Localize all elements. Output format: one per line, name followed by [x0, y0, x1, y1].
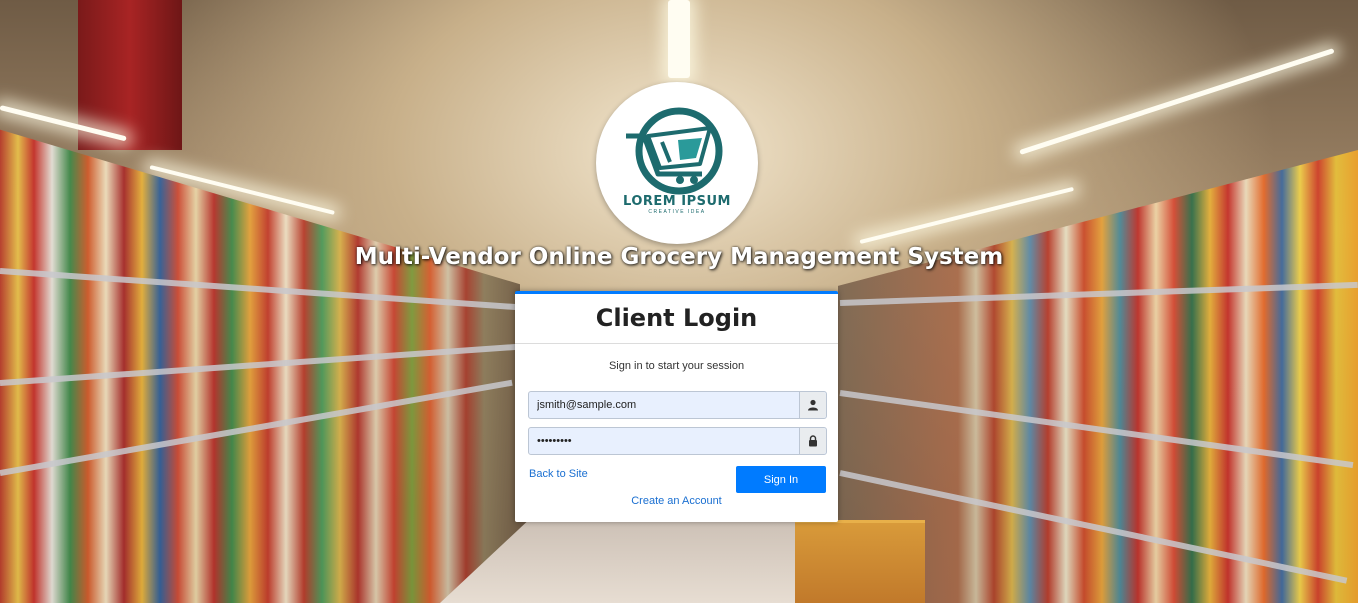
user-icon	[799, 392, 826, 418]
ceiling-light	[1019, 48, 1335, 155]
lock-icon	[799, 428, 826, 454]
login-title: Client Login	[595, 304, 758, 332]
password-field[interactable]	[529, 428, 799, 454]
system-title: Multi-Vendor Online Grocery Management S…	[354, 244, 1004, 270]
shopping-cart-icon	[626, 107, 723, 195]
password-input-group	[528, 427, 827, 455]
email-field[interactable]	[529, 392, 799, 418]
login-card: Client Login Sign in to start your sessi…	[515, 291, 838, 522]
create-account-link[interactable]: Create an Account	[515, 495, 838, 507]
logo-name: LOREM IPSUM	[623, 194, 731, 209]
sign-in-button[interactable]: Sign In	[736, 466, 826, 493]
back-to-site-link[interactable]: Back to Site	[529, 468, 588, 480]
logo-tagline: CREATIVE IDEA	[648, 209, 706, 215]
product-boxes	[795, 520, 925, 603]
email-input-group	[528, 391, 827, 419]
ceiling-light	[668, 0, 690, 78]
login-card-header: Client Login	[515, 294, 838, 344]
login-subtitle: Sign in to start your session	[608, 360, 745, 372]
brand-logo: LOREM IPSUM CREATIVE IDEA	[596, 82, 758, 244]
